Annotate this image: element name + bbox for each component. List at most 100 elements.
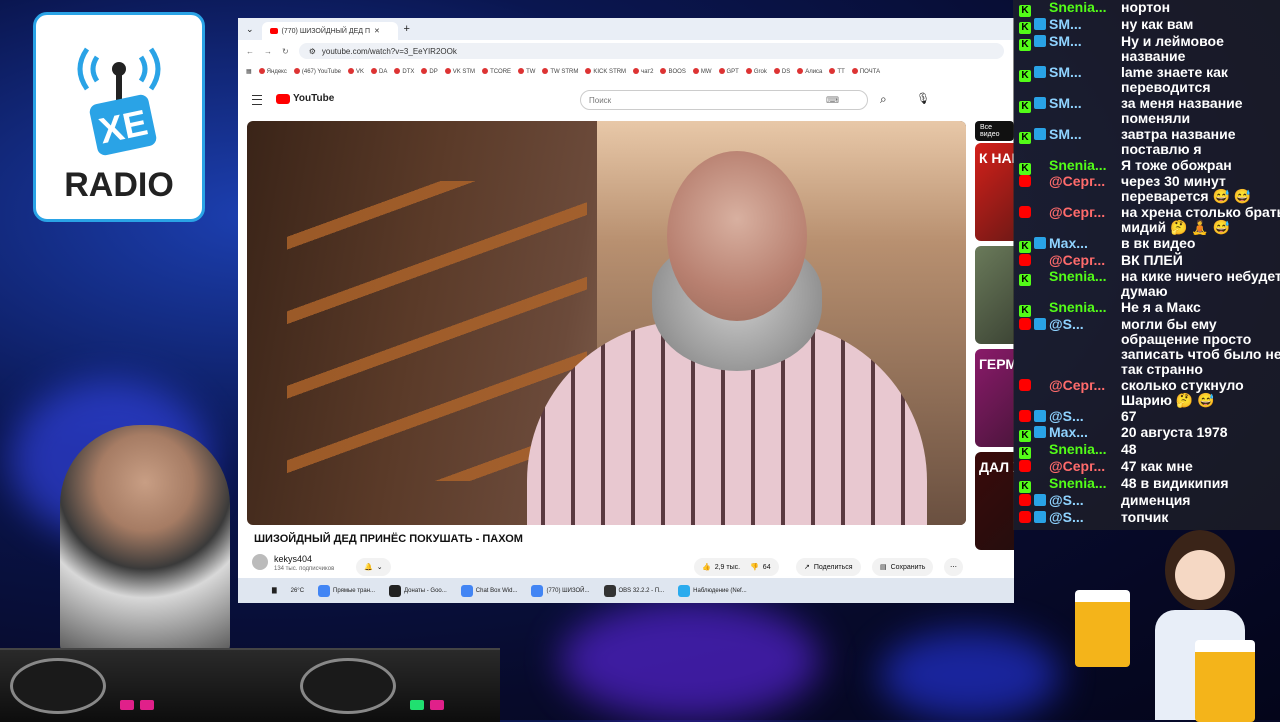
taskbar-app-label: Донаты - Goo...: [404, 587, 447, 594]
chat-username: SM...: [1049, 96, 1082, 111]
youtube-logo[interactable]: YouTube: [276, 93, 334, 104]
taskbar-app[interactable]: Прямые тран...: [314, 582, 379, 600]
taskbar-app[interactable]: Наблюдение (Nef...: [674, 582, 751, 600]
kick-icon: K: [1019, 305, 1031, 317]
youtube-play-icon: [276, 93, 290, 104]
omnibox[interactable]: ⚙ youtube.com/watch?v=3_EeYIR2OOk: [298, 43, 1004, 59]
search-input[interactable]: Поиск ⌨: [580, 90, 868, 110]
like-count[interactable]: 2,9 тыс.: [715, 564, 740, 571]
menu-icon[interactable]: [252, 95, 262, 105]
related-video-thumbnail[interactable]: ДАЛ ХУЖ: [975, 452, 1014, 550]
chat-badges: K: [1013, 96, 1049, 113]
taskbar-app[interactable]: (770) ШИЗОЙ...: [527, 582, 593, 600]
bookmark-item[interactable]: Яндекс: [259, 68, 287, 75]
taskbar-app[interactable]: Chat Box Wid...: [457, 582, 522, 600]
youtube-icon: [1019, 511, 1031, 523]
keyboard-icon[interactable]: ⌨: [826, 95, 839, 106]
windows-taskbar: ▇ 26°C Прямые тран... Донаты - Goo... Chat…: [238, 578, 1014, 603]
performance-pad: [120, 700, 134, 710]
chat-message: @Серг... 47 как мне: [1013, 459, 1193, 474]
forward-icon[interactable]: →: [264, 47, 272, 56]
related-video-thumbnail[interactable]: [975, 246, 1014, 344]
chat-badges: K: [1013, 236, 1049, 253]
bookmark-item[interactable]: DA: [371, 68, 387, 75]
youtube-icon: [1019, 206, 1031, 218]
chat-username: @Серг...: [1049, 459, 1106, 474]
chat-message: K Snenia... на кике ничего небудет думаю: [1013, 269, 1280, 299]
related-video-thumbnail[interactable]: К НАМ: [975, 143, 1014, 241]
chat-username: Snenia...: [1049, 476, 1107, 491]
bookmark-item[interactable]: DP: [421, 68, 437, 75]
browser-window: ⌄ (770) ШИЗОЙДНЫЙ ДЕД П ✕ + ← → ↻ ⚙ yout…: [238, 18, 1014, 603]
bookmark-item[interactable]: Алиса: [797, 68, 822, 75]
bg-glow: [880, 630, 1060, 720]
video-frame-person-head: [667, 151, 807, 321]
bookmarks-bar: ▦ Яндекс (467) YouTube VK DA DTX DP VK STM TCOR…: [238, 62, 1014, 80]
share-button[interactable]: ↗ Поделиться: [796, 558, 861, 576]
performance-pad: [410, 700, 424, 710]
bookmark-item[interactable]: TCORE: [482, 68, 511, 75]
bookmark-item[interactable]: чат2: [633, 68, 653, 75]
chat-overlay: K Snenia... нортон K SM... ну как вам K SM... Ну…: [1013, 0, 1280, 530]
video-player[interactable]: [247, 121, 966, 525]
taskbar-app[interactable]: Донаты - Goo...: [385, 582, 451, 600]
weather-widget[interactable]: 26°C: [287, 582, 308, 600]
search-icon[interactable]: ⌕: [880, 92, 887, 107]
bookmark-item[interactable]: (467) YouTube: [294, 68, 341, 75]
chat-message: @S... могли бы ему обращение просто запис…: [1013, 317, 1280, 377]
chat-username: SM...: [1049, 127, 1082, 142]
chat-badges: K: [1013, 442, 1049, 459]
back-icon[interactable]: ←: [246, 47, 254, 56]
bookmark-item[interactable]: Grok: [746, 68, 767, 75]
left-jog-wheel: [10, 658, 106, 714]
channel-name[interactable]: kekys404: [274, 554, 312, 564]
video-title: ШИЗОЙДНЫЙ ДЕД ПРИНЁС ПОКУШАТЬ - ПАХОМ: [254, 533, 523, 545]
chat-message: K SM... за меня название поменяли: [1013, 96, 1243, 126]
bookmark-item[interactable]: TW: [518, 68, 535, 75]
tab-search-icon[interactable]: ⌄: [246, 24, 254, 35]
taskbar-app[interactable]: OBS 32.2.2 - П...: [600, 582, 669, 600]
new-tab-button[interactable]: +: [404, 23, 410, 35]
moderator-icon: [1034, 18, 1046, 30]
moderator-icon: [1034, 66, 1046, 78]
bookmark-item[interactable]: KICK STRM: [585, 68, 626, 75]
dislike-icon[interactable]: 👎: [750, 563, 759, 571]
apps-icon[interactable]: ▦: [246, 68, 252, 75]
chat-text: ну как вам: [1121, 16, 1194, 32]
like-dislike-group: 👍 2,9 тыс. 👎 64: [694, 558, 779, 576]
kick-icon: K: [1019, 447, 1031, 459]
bookmark-item[interactable]: VK STM: [445, 68, 475, 75]
share-label: Поделиться: [813, 563, 853, 571]
chat-text: 47 как мне: [1121, 458, 1193, 474]
bookmark-item[interactable]: MW: [693, 68, 712, 75]
app-icon: [460, 584, 473, 597]
bookmark-item[interactable]: DTX: [394, 68, 414, 75]
microphone-icon[interactable]: 🎙: [916, 92, 930, 105]
chat-text: 67: [1121, 408, 1137, 424]
bookmark-item[interactable]: DS: [774, 68, 790, 75]
like-icon[interactable]: 👍: [702, 563, 711, 571]
start-icon[interactable]: ▇: [268, 582, 281, 600]
bookmark-item[interactable]: VK: [348, 68, 364, 75]
save-button[interactable]: ▤ Сохранить: [872, 558, 934, 576]
reload-icon[interactable]: ↻: [282, 47, 289, 56]
taskbar-app-label: Chat Box Wid...: [475, 587, 518, 594]
bookmark-item[interactable]: BOOS: [660, 68, 685, 75]
browser-tab[interactable]: (770) ШИЗОЙДНЫЙ ДЕД П ✕: [261, 22, 398, 40]
bookmark-item[interactable]: ПОЧТА: [852, 68, 880, 75]
site-info-icon[interactable]: ⚙: [309, 47, 316, 56]
bookmark-item[interactable]: GPT: [719, 68, 739, 75]
bookmark-item[interactable]: TT: [829, 68, 844, 75]
chat-badges: [1013, 409, 1049, 424]
bookmark-item[interactable]: TW STRM: [542, 68, 578, 75]
all-videos-chip[interactable]: Все видео: [975, 121, 1014, 141]
save-icon: ▤: [880, 564, 887, 571]
close-tab-icon[interactable]: ✕: [374, 27, 380, 35]
taskbar-app-label: OBS 32.2.2 - П...: [618, 587, 665, 594]
related-video-thumbnail[interactable]: ГЕРМАН: [975, 349, 1014, 447]
notifications-button[interactable]: 🔔 ⌄: [356, 558, 391, 576]
bg-glow: [560, 600, 820, 720]
kick-icon: K: [1019, 274, 1031, 286]
chat-message: @Серг... ВК ПЛЕЙ: [1013, 253, 1183, 268]
more-actions-button[interactable]: ⋯: [944, 558, 963, 576]
